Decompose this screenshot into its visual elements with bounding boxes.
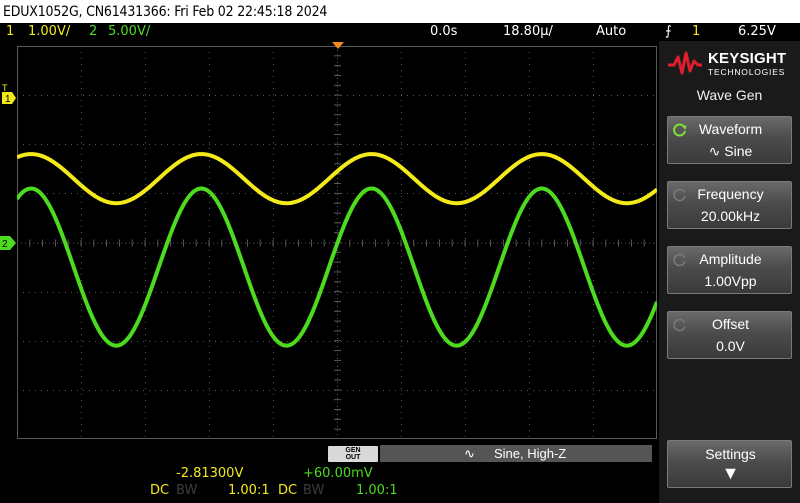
ch2-coupling[interactable]: DC: [278, 483, 297, 498]
gen-out-button[interactable]: GEN OUT: [328, 446, 378, 462]
gen-out-line2: OUT: [345, 454, 361, 461]
sine-icon: ∿: [464, 446, 475, 461]
softkey-offset[interactable]: Offset 0.0V: [667, 311, 792, 359]
channel-info: -2.81300V +60.00mV DC BW 1.00:1 DC BW 1.…: [0, 463, 656, 503]
title-text: EDUX1052G, CN61431366: Fri Feb 02 22:45:…: [3, 4, 328, 20]
ch1-ground-marker[interactable]: 1: [2, 92, 16, 105]
ch2-number[interactable]: 2: [89, 23, 97, 40]
ch2-probe[interactable]: 1.00:1: [356, 483, 398, 498]
softkey-amplitude-value: 1.00Vpp: [704, 273, 757, 289]
wavegen-status-text: Sine, High-Z: [494, 446, 567, 461]
softkey-waveform-label: Waveform: [698, 121, 763, 137]
ch1-ground-label: 1: [5, 94, 11, 105]
softkey-panel: KEYSIGHT TECHNOLOGIES Wave Gen Waveform …: [659, 41, 800, 503]
ch1-offset[interactable]: -2.81300V: [176, 466, 243, 481]
ch1-number[interactable]: 1: [6, 23, 14, 40]
softkey-settings[interactable]: Settings ▼: [667, 440, 792, 488]
softkey-offset-value: 0.0V: [716, 338, 745, 354]
wavegen-status[interactable]: ∿ Sine, High-Z: [380, 445, 652, 462]
softkey-waveform[interactable]: Waveform ∿ Sine: [667, 116, 792, 164]
softkey-amplitude[interactable]: Amplitude 1.00Vpp: [667, 246, 792, 294]
ch1-scale[interactable]: 1.00V/: [28, 23, 70, 40]
softkey-frequency-label: Frequency: [697, 186, 764, 202]
softkey-settings-label: Settings: [705, 446, 756, 462]
ch1-coupling[interactable]: DC: [150, 483, 169, 498]
softkey-frequency-value: 20.00kHz: [700, 208, 761, 224]
softkey-offset-label: Offset: [711, 316, 750, 332]
chevron-down-icon: ▼: [721, 463, 740, 483]
trigger-mode[interactable]: Auto: [596, 23, 626, 40]
softkey-frequency[interactable]: Frequency 20.00kHz: [667, 181, 792, 229]
marker-column: 1 T 2: [0, 83, 16, 250]
ch1-bw-limit[interactable]: BW: [176, 483, 197, 498]
brand-name: KEYSIGHT: [708, 50, 787, 67]
ch2-ground-label: 2: [2, 239, 8, 250]
trigger-level[interactable]: 6.25V: [738, 23, 776, 40]
gen-out-line1: GEN: [345, 447, 361, 454]
ch2-ground-marker[interactable]: 2: [0, 236, 16, 250]
menu-title: Wave Gen: [696, 87, 763, 103]
waveform-display[interactable]: [17, 46, 657, 439]
time-delay[interactable]: 0.0s: [430, 23, 457, 40]
trigger-delay-marker[interactable]: [331, 41, 345, 50]
trigger-level-label: T: [2, 83, 8, 93]
ch1-probe[interactable]: 1.00:1: [228, 483, 270, 498]
softkey-amplitude-label: Amplitude: [699, 251, 762, 267]
ch2-offset[interactable]: +60.00mV: [303, 466, 373, 481]
keysight-logo: KEYSIGHT TECHNOLOGIES: [667, 49, 795, 79]
status-bar: 1 1.00V/ 2 5.00V/ 0.0s 18.80µ/ Auto ⨍ 1 …: [0, 23, 800, 40]
ch2-bw-limit[interactable]: BW: [303, 483, 324, 498]
softkey-waveform-value: ∿ Sine: [708, 143, 753, 159]
title-bar: EDUX1052G, CN61431366: Fri Feb 02 22:45:…: [0, 0, 800, 23]
time-scale[interactable]: 18.80µ/: [503, 23, 553, 40]
trigger-level-marker[interactable]: T: [2, 83, 8, 93]
graticule: [17, 46, 657, 439]
ch2-scale[interactable]: 5.00V/: [108, 23, 150, 40]
keysight-wave-icon: [668, 51, 702, 75]
trigger-edge-icon: ⨍: [665, 24, 672, 39]
trigger-source[interactable]: 1: [692, 23, 700, 40]
brand-sub: TECHNOLOGIES: [708, 67, 786, 77]
